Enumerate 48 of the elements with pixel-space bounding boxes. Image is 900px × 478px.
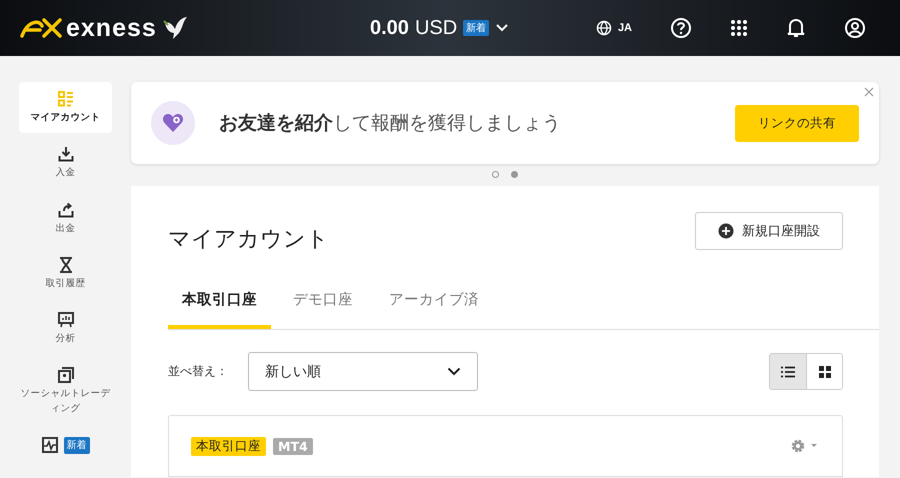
- gear-dropdown-icon[interactable]: [790, 438, 820, 454]
- account-tab[interactable]: デモ口座: [279, 276, 367, 329]
- share-link-button[interactable]: リンクの共有: [735, 104, 859, 142]
- copy-person-icon: [58, 367, 74, 384]
- presentation-chart-icon: [58, 312, 74, 328]
- heart-plus-icon: [151, 101, 195, 145]
- sidebar-item[interactable]: 取引履歴: [19, 248, 112, 299]
- apps-grid-icon[interactable]: [730, 19, 748, 37]
- pulse-chart-icon: [42, 437, 58, 454]
- account-type-tag: 本取引口座: [191, 436, 266, 456]
- account-tab[interactable]: 本取引口座: [168, 276, 271, 329]
- sidebar-item[interactable]: 出金: [19, 192, 112, 244]
- sort-dropdown[interactable]: 新しい順: [248, 352, 478, 391]
- sidebar-item[interactable]: 分析: [19, 303, 112, 354]
- grid-view-button[interactable]: [806, 354, 842, 389]
- sidebar-item[interactable]: 新着: [19, 428, 112, 462]
- download-icon: [58, 146, 74, 162]
- language-button[interactable]: JA: [596, 20, 632, 36]
- plus-circle-icon: [718, 223, 734, 239]
- chevron-down-icon: [447, 367, 461, 376]
- logo-text: exness: [66, 14, 157, 42]
- list-view-button[interactable]: [770, 354, 806, 389]
- bell-icon[interactable]: [786, 17, 806, 39]
- hourglass-icon: [58, 256, 72, 273]
- carousel-dot[interactable]: [492, 171, 499, 178]
- upload-icon: [58, 202, 74, 218]
- balance-currency: USD: [414, 16, 458, 40]
- platform-tag: MT4: [273, 438, 313, 454]
- grid-icon: [818, 366, 830, 378]
- open-account-button[interactable]: 新規口座開設: [695, 212, 843, 250]
- chevron-down-icon[interactable]: [495, 23, 510, 33]
- carousel-dot[interactable]: [511, 171, 518, 178]
- sort-label: 並べ替え：: [168, 363, 229, 380]
- page-title: マイアカウント: [168, 226, 329, 254]
- sidebar-item[interactable]: 入金: [19, 137, 112, 188]
- list-icon: [781, 366, 795, 378]
- referral-text: お友達を紹介して報酬を獲得しましょう: [219, 111, 562, 136]
- new-badge: 新着: [463, 20, 490, 36]
- user-icon[interactable]: [844, 17, 866, 39]
- logo-mark-icon: [20, 18, 62, 38]
- account-tab[interactable]: アーカイブ済: [375, 276, 493, 329]
- close-icon[interactable]: [864, 87, 874, 97]
- balance-amount: 0.00: [370, 16, 409, 40]
- account-list-icon: [58, 91, 74, 107]
- new-badge: 新着: [64, 436, 90, 454]
- help-icon[interactable]: [670, 17, 692, 39]
- sidebar-item[interactable]: ソーシャルトレーディング: [19, 358, 112, 424]
- sidebar-item[interactable]: マイアカウント: [19, 82, 112, 134]
